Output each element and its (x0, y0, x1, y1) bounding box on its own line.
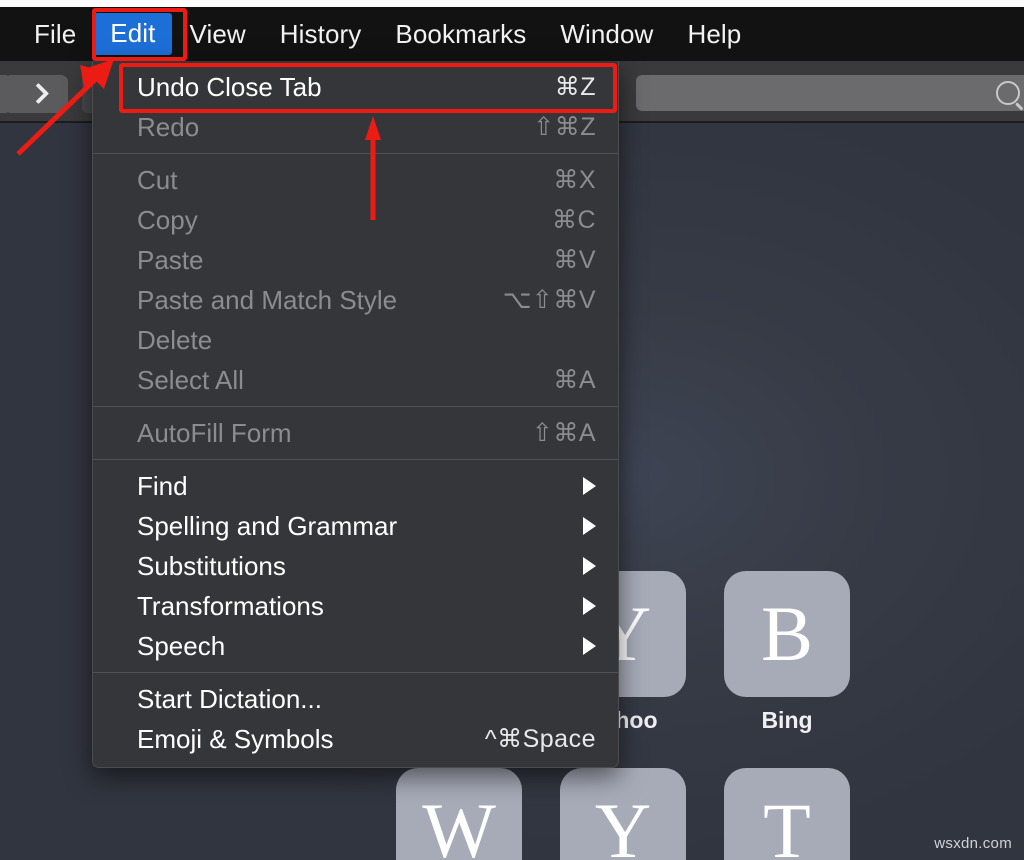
transformations-item[interactable]: Transformations (93, 586, 618, 626)
favorite-tile-glyph: W (422, 792, 496, 860)
menu-separator (93, 406, 618, 407)
menu-item-label: Undo Close Tab (137, 72, 322, 103)
favorite-tile-icon: B (724, 571, 850, 697)
menu-separator (93, 459, 618, 460)
menu-item-label: Paste (137, 245, 204, 276)
menubar-item-history[interactable]: History (264, 15, 378, 54)
favorite-tile-t[interactable]: T (724, 768, 850, 860)
menubar-item-window[interactable]: Window (544, 15, 669, 54)
speech-item[interactable]: Speech (93, 626, 618, 666)
menu-item-label: Select All (137, 365, 244, 396)
menu-item-label: AutoFill Form (137, 418, 292, 449)
menu-item-label: Redo (137, 112, 199, 143)
menu-separator (93, 672, 618, 673)
annotation-arrow-left-tip (78, 63, 104, 97)
delete-item[interactable]: Delete (93, 320, 618, 360)
copy-item[interactable]: Copy ⌘C (93, 200, 618, 240)
menu-item-label: Spelling and Grammar (137, 511, 397, 542)
redo-item[interactable]: Redo ⇧⌘Z (93, 107, 618, 147)
menu-item-shortcut: ⌘A (553, 365, 596, 395)
menu-item-shortcut: ⌘X (553, 165, 596, 195)
menu-item-shortcut: ⇧⌘A (532, 418, 596, 448)
menu-item-shortcut: ^⌘Space (485, 724, 596, 754)
substitutions-item[interactable]: Substitutions (93, 546, 618, 586)
submenu-arrow-icon (583, 637, 596, 655)
edit-menu-button[interactable]: Edit (94, 13, 171, 55)
site-watermark: wsxdn.com (934, 835, 1012, 852)
submenu-arrow-icon (583, 517, 596, 535)
menubar-item-help[interactable]: Help (671, 15, 757, 54)
window-top-strip (0, 0, 1024, 7)
menu-item-label: Transformations (137, 591, 324, 622)
menu-item-shortcut: ⌘Z (555, 72, 596, 102)
menu-item-label: Speech (137, 631, 225, 662)
menu-item-label: Start Dictation... (137, 684, 322, 715)
menu-item-label: Cut (137, 165, 177, 196)
menubar-item-view[interactable]: View (174, 15, 262, 54)
menu-item-label: Copy (137, 205, 198, 236)
menu-item-label: Substitutions (137, 551, 286, 582)
paste-and-match-style-item[interactable]: Paste and Match Style ⌥⇧⌘V (93, 280, 618, 320)
autofill-form-item[interactable]: AutoFill Form ⇧⌘A (93, 413, 618, 453)
menubar-item-bookmarks[interactable]: Bookmarks (379, 15, 542, 54)
menubar-item-file[interactable]: File (18, 15, 92, 54)
menu-item-shortcut: ⌘C (552, 205, 596, 235)
menu-item-label: Emoji & Symbols (137, 724, 334, 755)
favorite-tile-icon: W (396, 768, 522, 860)
search-icon (996, 81, 1020, 105)
edit-dropdown-menu: Undo Close Tab ⌘Z Redo ⇧⌘Z Cut ⌘X Copy ⌘… (92, 61, 619, 768)
favorite-tile-y2[interactable]: Y (560, 768, 686, 860)
favorite-tile-glyph: Y (595, 792, 651, 860)
submenu-arrow-icon (583, 557, 596, 575)
search-input[interactable]: Search (636, 75, 1024, 111)
submenu-arrow-icon (583, 477, 596, 495)
menu-item-label: Find (137, 471, 188, 502)
menu-item-shortcut: ⇧⌘Z (533, 112, 596, 142)
menu-item-label: Paste and Match Style (137, 285, 397, 316)
start-dictation-item[interactable]: Start Dictation... (93, 679, 618, 719)
favorite-tile-glyph: B (761, 595, 813, 673)
cut-item[interactable]: Cut ⌘X (93, 160, 618, 200)
menu-separator (93, 153, 618, 154)
favorite-tile-label: Bing (724, 707, 850, 734)
spelling-and-grammar-item[interactable]: Spelling and Grammar (93, 506, 618, 546)
favorite-tile-glyph: T (763, 792, 811, 860)
screenshot-root: File Edit View History Bookmarks Window … (0, 0, 1024, 860)
select-all-item[interactable]: Select All ⌘A (93, 360, 618, 400)
favorite-tile-icon: Y (560, 768, 686, 860)
annotation-arrow-up (364, 112, 382, 220)
find-item[interactable]: Find (93, 466, 618, 506)
menu-item-label: Delete (137, 325, 212, 356)
emoji-and-symbols-item[interactable]: Emoji & Symbols ^⌘Space (93, 719, 618, 759)
favorite-tile-bing[interactable]: B Bing (724, 571, 850, 734)
favorite-tile-w[interactable]: W (396, 768, 522, 860)
menu-item-shortcut: ⌘V (553, 245, 596, 275)
favorite-tile-icon: T (724, 768, 850, 860)
undo-close-tab-item[interactable]: Undo Close Tab ⌘Z (93, 67, 618, 107)
favorites-row: W Y T (396, 768, 850, 860)
menu-item-shortcut: ⌥⇧⌘V (503, 285, 596, 315)
submenu-arrow-icon (583, 597, 596, 615)
paste-item[interactable]: Paste ⌘V (93, 240, 618, 280)
menu-bar: File Edit View History Bookmarks Window … (0, 7, 1024, 61)
